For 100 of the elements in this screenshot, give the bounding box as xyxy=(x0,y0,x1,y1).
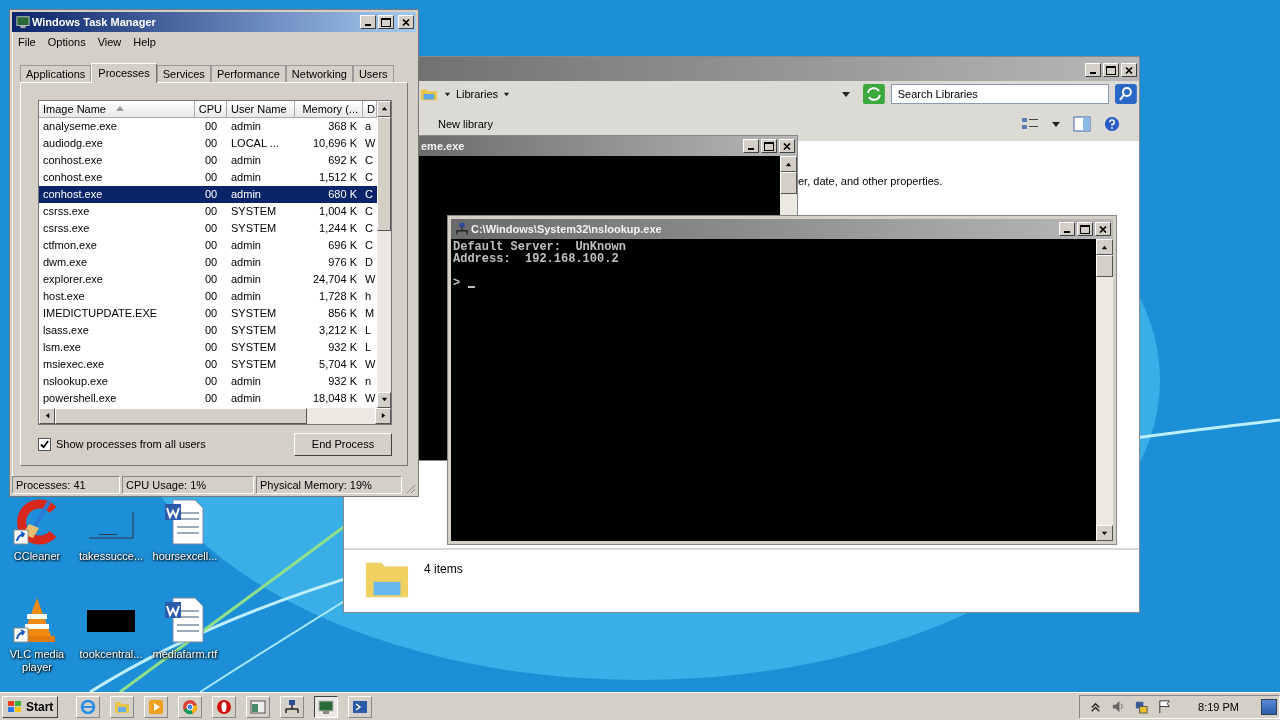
minimize-button[interactable] xyxy=(743,139,759,153)
end-process-button[interactable]: End Process xyxy=(294,432,392,456)
desktop-icon-label[interactable]: CCleaner xyxy=(13,550,61,563)
scrollbar[interactable] xyxy=(377,100,391,408)
tab[interactable]: Users xyxy=(352,64,394,82)
column-header[interactable]: CPU xyxy=(195,100,227,118)
scrollbar[interactable] xyxy=(1096,239,1113,541)
start-logo-icon[interactable] xyxy=(7,698,23,715)
flag-icon[interactable] xyxy=(1157,699,1173,714)
process-row[interactable]: explorer.exe 00 admin 24,704 K W xyxy=(39,270,377,288)
close-icon[interactable] xyxy=(402,18,410,26)
checkbox[interactable] xyxy=(38,437,51,451)
scrollbar[interactable] xyxy=(39,407,391,424)
desktop-icon-label[interactable]: VLC media player xyxy=(1,648,73,674)
minimize-button[interactable] xyxy=(1085,63,1101,77)
process-row[interactable]: nslookup.exe 00 admin 932 K n xyxy=(39,372,377,390)
process-row[interactable]: conhost.exe 00 admin 1,512 K C xyxy=(39,168,377,186)
process-row[interactable]: csrss.exe 00 SYSTEM 1,004 K C xyxy=(39,202,377,220)
description-cell-text: C xyxy=(364,205,374,218)
tab[interactable]: Services xyxy=(156,64,211,82)
process-row[interactable]: IMEDICTUPDATE.EXE 00 SYSTEM 856 K M xyxy=(39,304,377,322)
start-button[interactable]: Start xyxy=(2,695,59,718)
close-icon[interactable] xyxy=(1099,225,1107,233)
left-arrow-icon[interactable] xyxy=(43,412,51,420)
down-arrow-icon[interactable] xyxy=(1101,529,1108,537)
description-cell-text: n xyxy=(364,375,373,388)
menu-item[interactable]: View xyxy=(97,36,122,51)
description-cell-text: C xyxy=(364,171,374,184)
tab[interactable]: Networking xyxy=(285,64,353,82)
breadcrumb-item[interactable]: Libraries xyxy=(455,88,499,100)
column-header[interactable]: User Name xyxy=(227,100,295,118)
process-row[interactable]: conhost.exe 00 admin 692 K C xyxy=(39,151,377,169)
process-row[interactable]: conhost.exe 00 admin 680 K C xyxy=(39,185,377,203)
tab[interactable]: Processes xyxy=(91,62,157,83)
column-header[interactable]: D xyxy=(363,100,377,118)
image-name-cell-text: conhost.exe xyxy=(42,188,104,201)
scrollbar[interactable] xyxy=(780,156,797,216)
scroll-thumb[interactable] xyxy=(1096,255,1113,277)
resize-grip-icon[interactable] xyxy=(404,482,416,494)
process-row[interactable]: dwm.exe 00 admin 976 K D xyxy=(39,253,377,271)
cpu-cell-text: 00 xyxy=(203,239,219,252)
address-bar[interactable]: Libraries xyxy=(443,84,857,104)
process-row[interactable]: host.exe 00 admin 1,728 K h xyxy=(39,287,377,305)
close-icon[interactable] xyxy=(1125,66,1133,74)
process-row[interactable]: lsm.exe 00 SYSTEM 932 K L xyxy=(39,338,377,356)
menu-item[interactable]: Help xyxy=(133,36,156,51)
close-icon[interactable] xyxy=(783,142,791,150)
close-button[interactable] xyxy=(1095,222,1111,236)
help-icon[interactable] xyxy=(1103,116,1121,132)
cpu-cell-text: 00 xyxy=(203,375,219,388)
tab[interactable]: Performance xyxy=(210,64,286,82)
library-description: er, date, and other properties. xyxy=(798,175,943,187)
maximize-button[interactable] xyxy=(761,139,777,153)
view-options-icon[interactable] xyxy=(1021,116,1039,132)
preview-pane-icon[interactable] xyxy=(1073,116,1091,132)
process-row[interactable]: csrss.exe 00 SYSTEM 1,244 K C xyxy=(39,219,377,237)
caret-icon[interactable] xyxy=(1051,120,1061,128)
clock: 8:19 PM xyxy=(1198,700,1239,713)
process-row[interactable]: analyseme.exe 00 admin 368 K a xyxy=(39,117,377,135)
caret-icon[interactable] xyxy=(443,90,451,98)
maximize-button[interactable] xyxy=(1077,222,1093,236)
network-icon[interactable] xyxy=(1134,699,1150,714)
maximize-button[interactable] xyxy=(1103,63,1119,77)
checkbox-label[interactable]: Show processes from all users xyxy=(56,438,206,451)
memory-cell-text: 1,728 K xyxy=(318,290,358,303)
search-icon[interactable] xyxy=(1115,84,1137,104)
memory-cell-text: 932 K xyxy=(327,341,358,354)
show-desktop-button[interactable] xyxy=(1261,698,1277,715)
process-row[interactable]: ctfmon.exe 00 admin 696 K C xyxy=(39,236,377,254)
process-row[interactable]: audiodg.exe 00 LOCAL ... 10,696 K W xyxy=(39,134,377,152)
minimize-button[interactable] xyxy=(1059,222,1075,236)
process-row[interactable]: lsass.exe 00 SYSTEM 3,212 K L xyxy=(39,321,377,339)
scroll-thumb[interactable] xyxy=(55,407,307,424)
menu-item[interactable]: File xyxy=(18,36,36,51)
up-arrow-icon[interactable] xyxy=(785,160,792,168)
sort-arrow-icon xyxy=(116,106,124,112)
scroll-thumb[interactable] xyxy=(780,172,797,194)
right-arrow-icon[interactable] xyxy=(379,412,387,420)
text-cursor xyxy=(468,286,476,288)
menu-item[interactable]: Options xyxy=(47,36,86,51)
close-button[interactable] xyxy=(398,15,414,29)
process-row[interactable]: msiexec.exe 00 SYSTEM 5,704 K W xyxy=(39,355,377,373)
minimize-button[interactable] xyxy=(360,15,376,29)
image-name-cell-text: analyseme.exe xyxy=(42,120,118,133)
process-row[interactable]: powershell.exe 00 admin 18,048 K W xyxy=(39,389,377,407)
memory-cell-text: 18,048 K xyxy=(311,392,358,405)
up-arrow-icon[interactable] xyxy=(1101,243,1108,251)
maximize-button[interactable] xyxy=(378,15,394,29)
scroll-thumb[interactable] xyxy=(377,116,391,231)
search-field[interactable]: Search Libraries xyxy=(890,84,1110,104)
dropdown-icon[interactable] xyxy=(840,90,851,98)
tab[interactable]: Applications xyxy=(20,64,92,82)
column-header[interactable]: Memory (... xyxy=(295,100,363,118)
down-arrow-icon[interactable] xyxy=(380,396,388,404)
new-library-button[interactable]: New library xyxy=(438,118,493,130)
close-button[interactable] xyxy=(779,139,795,153)
caret-icon[interactable] xyxy=(503,90,511,98)
refresh-icon[interactable] xyxy=(862,84,885,104)
up-arrow-icon[interactable] xyxy=(380,105,388,113)
close-button[interactable] xyxy=(1121,63,1137,77)
